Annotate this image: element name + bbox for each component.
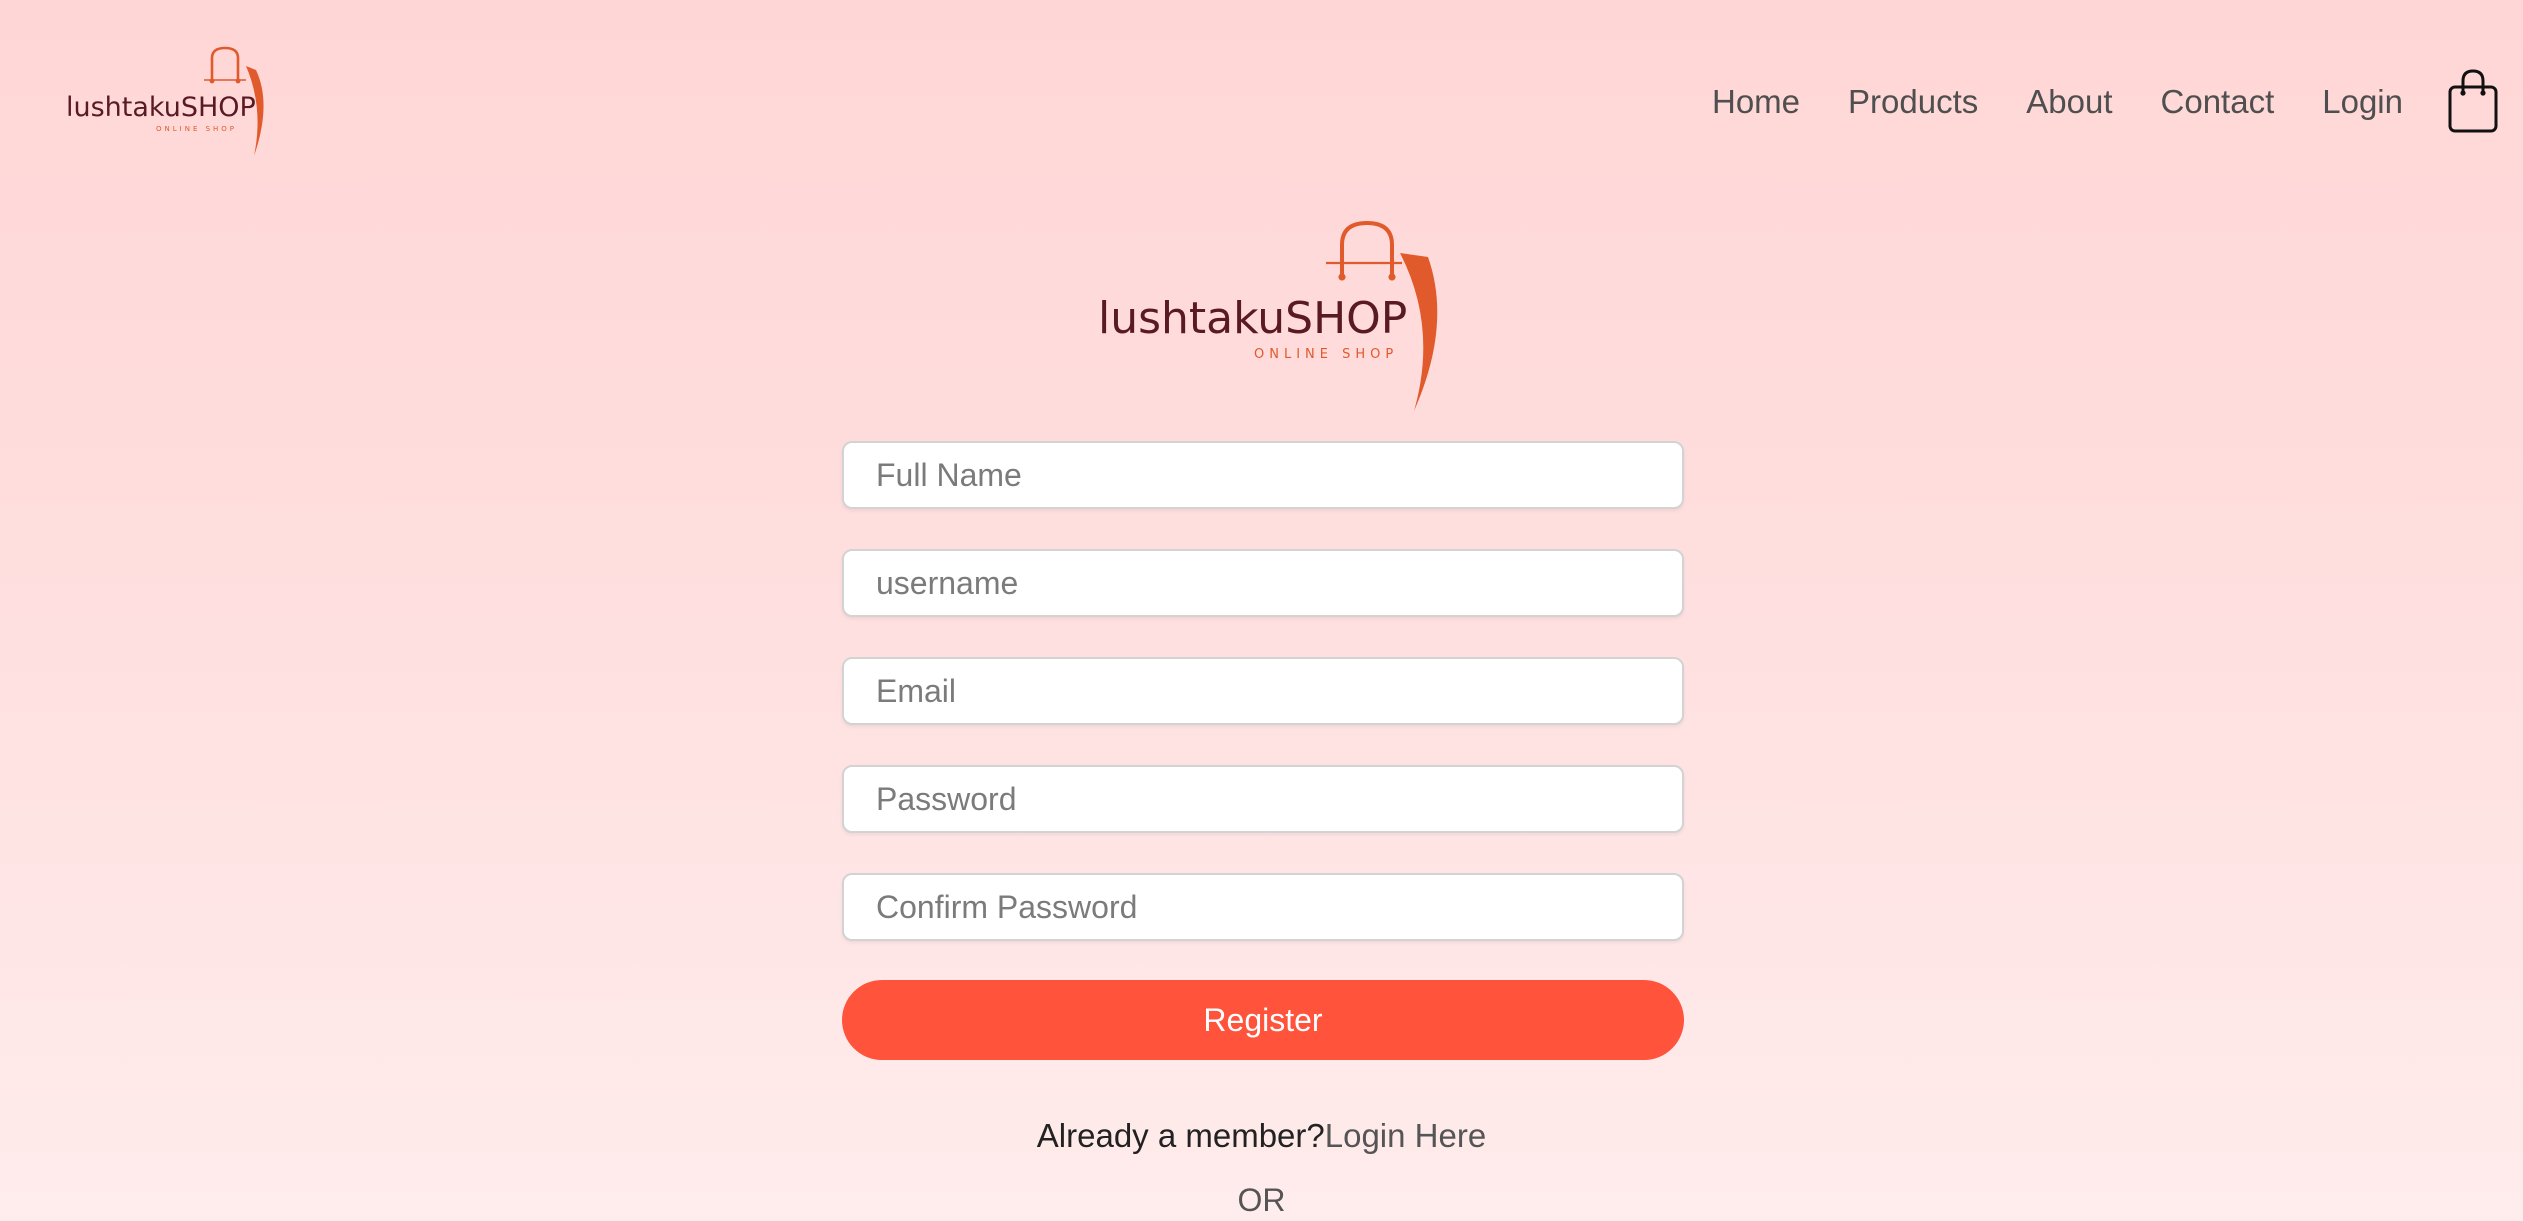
brand-logo: lushtakuSHOP ONLINE SHOP — [1098, 220, 1438, 411]
nav-about[interactable]: About — [2026, 83, 2112, 121]
brand-logo-tagline: ONLINE SHOP — [1254, 347, 1398, 362]
main-nav: Home Products About Contact Login — [1712, 69, 2523, 133]
header-logo[interactable]: lushtakuSHOP ONLINE SHOP — [64, 44, 284, 162]
login-here-link[interactable]: Login Here — [1325, 1117, 1486, 1154]
site-header: lushtakuSHOP ONLINE SHOP Home Products A… — [0, 0, 2523, 200]
or-divider: OR — [1237, 1182, 1286, 1218]
shopping-bag-icon[interactable] — [2447, 69, 2499, 133]
nav-products[interactable]: Products — [1848, 83, 1978, 121]
member-text: Already a member? — [1036, 1117, 1325, 1154]
password-input[interactable] — [842, 765, 1684, 833]
confirm-password-input[interactable] — [842, 873, 1684, 941]
member-prompt: Already a member?Login Here — [0, 1117, 2523, 1155]
nav-home[interactable]: Home — [1712, 83, 1800, 121]
register-button[interactable]: Register — [842, 980, 1684, 1060]
nav-contact[interactable]: Contact — [2161, 83, 2275, 121]
registration-form: Register — [842, 441, 1684, 1060]
email-input[interactable] — [842, 657, 1684, 725]
username-input[interactable] — [842, 549, 1684, 617]
header-logo-tagline: ONLINE SHOP — [156, 125, 237, 133]
nav-login[interactable]: Login — [2322, 83, 2403, 121]
full-name-input[interactable] — [842, 441, 1684, 509]
header-logo-name: lushtakuSHOP — [66, 92, 256, 123]
brand-logo-name: lushtakuSHOP — [1098, 293, 1407, 344]
